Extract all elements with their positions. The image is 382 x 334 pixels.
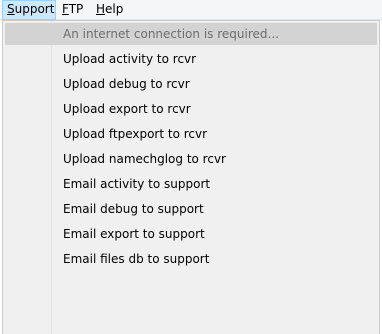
support-dropdown-menu: An internet connection is required... Up… — [2, 20, 380, 334]
menu-item-upload-debug[interactable]: Upload debug to rcvr — [5, 73, 377, 95]
menu-support[interactable]: Support — [2, 0, 56, 20]
menu-item-upload-ftpexport[interactable]: Upload ftpexport to rcvr — [5, 123, 377, 145]
menu-item-internet-required: An internet connection is required... — [5, 23, 377, 45]
menu-item-email-debug[interactable]: Email debug to support — [5, 198, 377, 220]
menu-item-email-activity[interactable]: Email activity to support — [5, 173, 377, 195]
menu-item-upload-namechglog[interactable]: Upload namechglog to rcvr — [5, 148, 377, 170]
menu-ftp[interactable]: FTP — [58, 0, 90, 20]
menu-help[interactable]: Help — [92, 0, 128, 20]
menu-item-email-files-db[interactable]: Email files db to support — [5, 248, 377, 270]
menu-bar: Support FTP Help — [0, 0, 382, 20]
menu-item-upload-export[interactable]: Upload export to rcvr — [5, 98, 377, 120]
menu-item-email-export[interactable]: Email export to support — [5, 223, 377, 245]
menu-item-upload-activity[interactable]: Upload activity to rcvr — [5, 48, 377, 70]
